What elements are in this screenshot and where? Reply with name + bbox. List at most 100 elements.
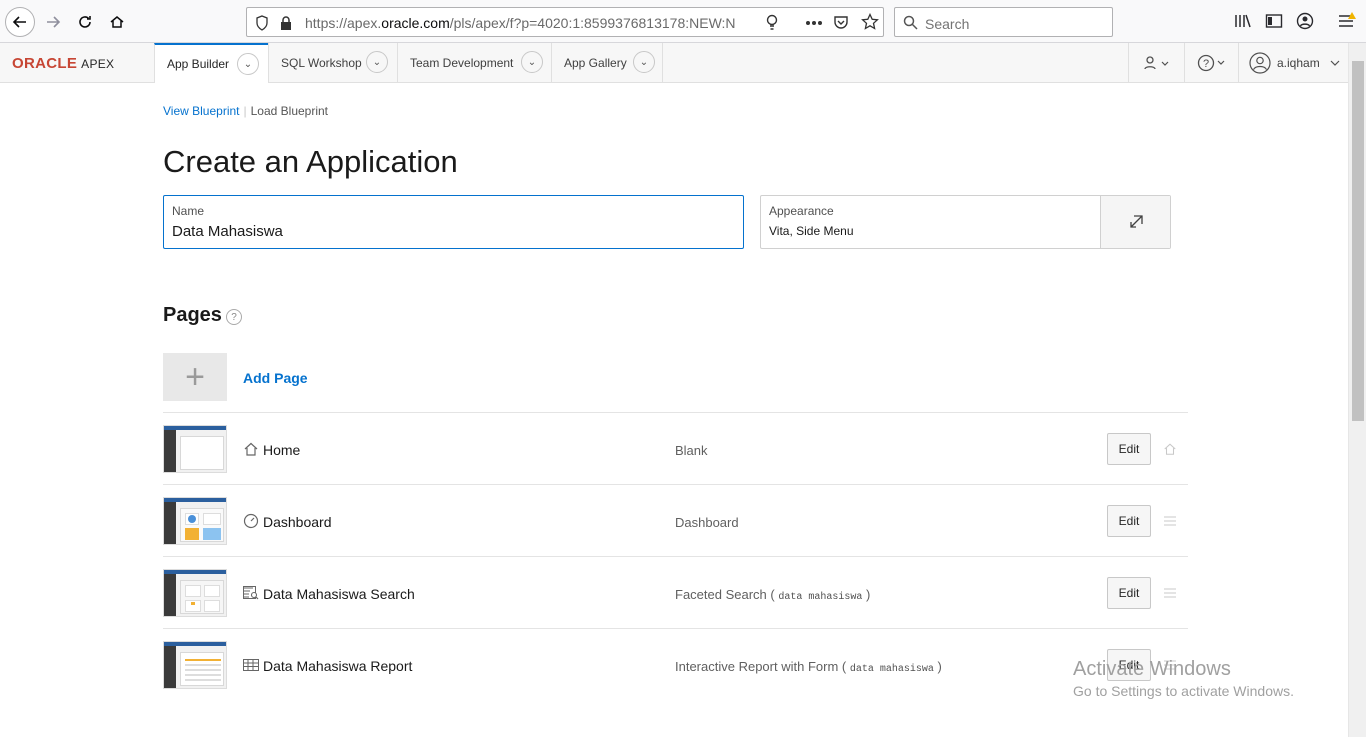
tab-label: SQL Workshop bbox=[281, 56, 362, 70]
name-input[interactable] bbox=[172, 223, 732, 240]
home-icon bbox=[110, 16, 124, 28]
page-type: Faceted Search ( data mahasiswa ) bbox=[675, 587, 870, 603]
appearance-field: Appearance Vita, Side Menu bbox=[760, 195, 1171, 249]
user-settings-icon bbox=[1143, 56, 1168, 70]
separator: | bbox=[243, 104, 247, 118]
home-button[interactable] bbox=[102, 7, 132, 37]
drag-handle-icon[interactable] bbox=[1163, 513, 1177, 529]
page-type-label: Faceted Search ( bbox=[675, 587, 775, 602]
back-button[interactable] bbox=[5, 7, 35, 37]
more-actions-icon[interactable] bbox=[805, 20, 823, 26]
edit-button[interactable]: Edit bbox=[1107, 577, 1151, 609]
address-bar[interactable]: https://apex.oracle.com/pls/apex/f?p=402… bbox=[246, 7, 884, 37]
watermark-subtitle: Go to Settings to activate Windows. bbox=[1073, 683, 1294, 699]
page-row-data-mahasiswa-report: Data Mahasiswa Report Interactive Report… bbox=[163, 629, 1188, 701]
page-name: Data Mahasiswa Report bbox=[263, 658, 413, 674]
page-name: Dashboard bbox=[263, 514, 332, 530]
appearance-settings-button[interactable] bbox=[1100, 196, 1170, 248]
forward-button[interactable] bbox=[38, 7, 68, 37]
appearance-label: Appearance bbox=[769, 204, 834, 218]
add-page-tile[interactable]: + bbox=[163, 353, 227, 401]
library-icon[interactable] bbox=[1232, 10, 1254, 32]
name-field[interactable]: Name bbox=[163, 195, 744, 249]
logo-oracle-text: ORACLE bbox=[12, 55, 78, 72]
view-blueprint-link[interactable]: View Blueprint bbox=[163, 104, 240, 118]
back-arrow-icon bbox=[12, 16, 26, 28]
lock-icon[interactable] bbox=[279, 15, 293, 31]
help-circle-icon: ? bbox=[1197, 54, 1224, 72]
drag-handle-icon[interactable] bbox=[1163, 585, 1177, 601]
chevron-down-icon[interactable]: ⌄ bbox=[237, 53, 259, 75]
help-icon[interactable]: ? bbox=[226, 309, 242, 325]
chevron-down-icon[interactable]: ⌄ bbox=[521, 51, 543, 73]
shield-icon[interactable] bbox=[255, 15, 269, 31]
browser-toolbar: https://apex.oracle.com/pls/apex/f?p=402… bbox=[0, 0, 1366, 43]
help-menu-button[interactable]: ? bbox=[1184, 43, 1238, 83]
popup-open-icon bbox=[1129, 215, 1143, 228]
edit-button[interactable]: Edit bbox=[1107, 505, 1151, 537]
page-thumbnail bbox=[163, 641, 227, 689]
tab-label: Team Development bbox=[410, 56, 514, 70]
chevron-down-icon bbox=[1330, 60, 1340, 66]
scrollbar-thumb[interactable] bbox=[1352, 61, 1364, 421]
oracle-apex-logo[interactable]: ORACLE APEX bbox=[12, 55, 114, 72]
add-page-link[interactable]: Add Page bbox=[243, 370, 308, 386]
page-type: Interactive Report with Form ( data maha… bbox=[675, 659, 942, 675]
faceted-search-icon bbox=[243, 586, 259, 600]
page-thumbnail bbox=[163, 569, 227, 617]
page-type-label: Interactive Report with Form ( bbox=[675, 659, 847, 674]
search-icon bbox=[903, 15, 918, 30]
url-path: /pls/apex/f?p=4020:1:8599376813178:NEW:N bbox=[449, 15, 736, 31]
page-row-data-mahasiswa-search: Data Mahasiswa Search Faceted Search ( d… bbox=[163, 557, 1188, 629]
dashboard-icon bbox=[243, 513, 259, 529]
blueprint-links: View Blueprint | Load Blueprint bbox=[163, 104, 328, 118]
sidebar-toggle-icon[interactable] bbox=[1263, 10, 1285, 32]
tab-label: App Gallery bbox=[564, 56, 627, 70]
chevron-down-icon[interactable]: ⌄ bbox=[633, 51, 655, 73]
user-menu-button[interactable]: a.iqham bbox=[1238, 43, 1348, 83]
search-placeholder: Search bbox=[925, 16, 970, 32]
admin-menu-button[interactable] bbox=[1128, 43, 1184, 83]
page-row-home: Home Blank Edit bbox=[163, 413, 1188, 485]
browser-search-field[interactable]: Search bbox=[894, 7, 1113, 37]
url-text: https://apex.oracle.com/pls/apex/f?p=402… bbox=[305, 15, 745, 31]
chevron-down-icon[interactable]: ⌄ bbox=[366, 51, 388, 73]
url-prefix: https://apex. bbox=[305, 15, 382, 31]
page-type-label: Dashboard bbox=[675, 515, 739, 530]
page-type: Blank bbox=[675, 443, 708, 458]
appearance-value: Vita, Side Menu bbox=[769, 224, 854, 238]
url-domain: oracle.com bbox=[381, 15, 450, 31]
apex-header: ORACLE APEX App Builder ⌄ SQL Workshop ⌄ … bbox=[0, 43, 1348, 83]
report-icon bbox=[243, 659, 259, 671]
edit-button[interactable]: Edit bbox=[1107, 433, 1151, 465]
windows-activation-watermark: Activate Windows Go to Settings to activ… bbox=[1073, 658, 1294, 699]
tab-team-development[interactable]: Team Development ⌄ bbox=[397, 43, 551, 83]
tab-app-builder[interactable]: App Builder ⌄ bbox=[154, 43, 268, 83]
tab-sql-workshop[interactable]: SQL Workshop ⌄ bbox=[268, 43, 397, 83]
bookmark-star-icon[interactable] bbox=[861, 13, 879, 31]
page-source-table: data mahasiswa bbox=[778, 592, 863, 603]
menu-icon[interactable] bbox=[1336, 10, 1358, 32]
lightbulb-icon[interactable] bbox=[765, 14, 779, 32]
watermark-title: Activate Windows bbox=[1073, 658, 1231, 680]
page-type: Dashboard bbox=[675, 515, 739, 530]
page-thumbnail bbox=[163, 497, 227, 545]
page-title: Create an Application bbox=[163, 144, 458, 179]
page-row-dashboard: Dashboard Dashboard Edit bbox=[163, 485, 1188, 557]
page-thumbnail bbox=[163, 425, 227, 473]
page-name: Home bbox=[263, 442, 301, 458]
vertical-scrollbar[interactable] bbox=[1348, 43, 1366, 737]
pocket-icon[interactable] bbox=[833, 14, 849, 30]
load-blueprint-link[interactable]: Load Blueprint bbox=[251, 104, 328, 118]
svg-text:?: ? bbox=[1203, 58, 1209, 70]
tab-app-gallery[interactable]: App Gallery ⌄ bbox=[551, 43, 663, 83]
home-page-marker-icon bbox=[1164, 443, 1176, 455]
page-type-close: ) bbox=[937, 659, 942, 674]
pages-section-title: Pages bbox=[163, 304, 222, 326]
name-field-label: Name bbox=[172, 204, 205, 218]
logo-apex-text: APEX bbox=[81, 57, 115, 71]
account-icon[interactable] bbox=[1294, 10, 1316, 32]
reload-icon bbox=[79, 16, 91, 28]
reload-button[interactable] bbox=[70, 7, 100, 37]
home-icon bbox=[244, 442, 258, 456]
